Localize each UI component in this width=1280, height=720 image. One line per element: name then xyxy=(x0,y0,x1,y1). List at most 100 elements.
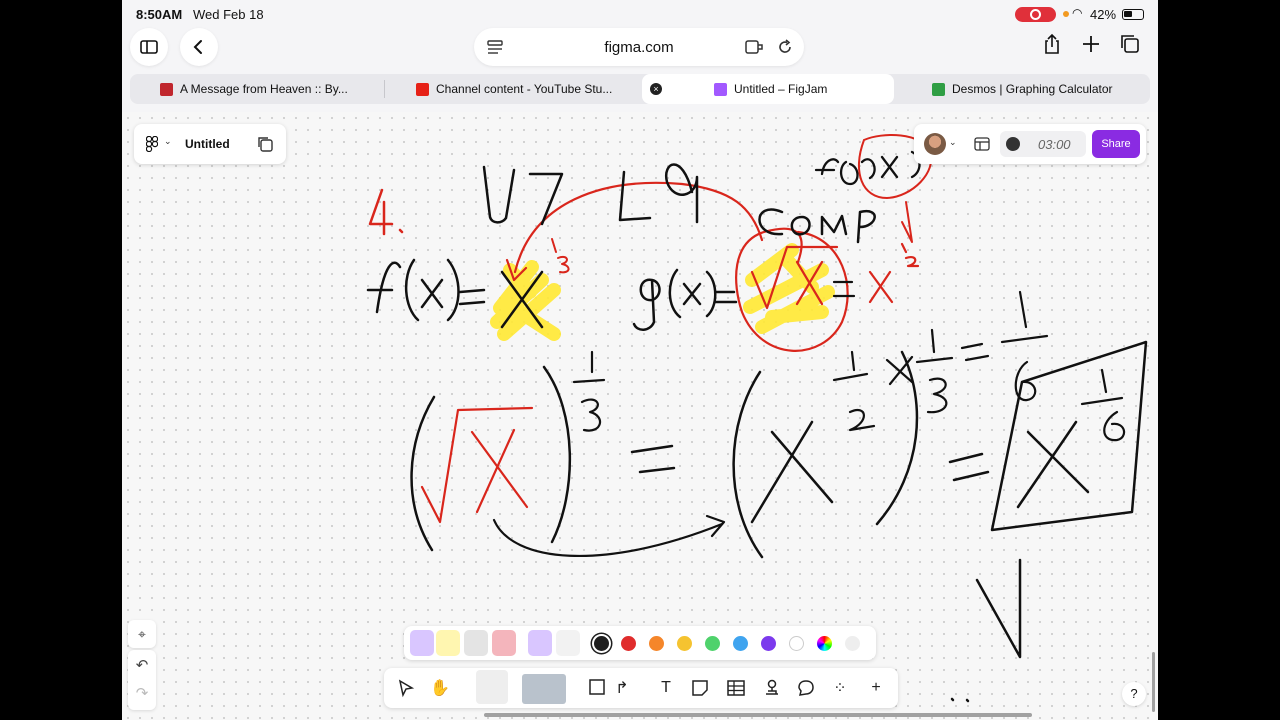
timer-widget[interactable]: 03:00 xyxy=(1000,131,1086,157)
bottom-toolbar: ✋ ↱ T ⁘ + xyxy=(384,668,898,708)
move-icon[interactable] xyxy=(394,676,418,700)
color-swatch-yellow[interactable] xyxy=(677,636,692,651)
black-equals-top xyxy=(960,342,990,362)
black-one-third-left xyxy=(572,350,606,432)
highlight-stroke xyxy=(743,243,835,334)
washi-tape-icon[interactable] xyxy=(492,630,516,656)
color-swatch-black[interactable] xyxy=(594,636,609,651)
timer-value: 03:00 xyxy=(1038,137,1071,152)
black-equals-right xyxy=(948,452,990,482)
sidebar-toggle-button[interactable] xyxy=(130,28,168,66)
figma-favicon-icon xyxy=(714,82,727,96)
highlighter-icon[interactable] xyxy=(436,630,460,656)
black-big-paren-left xyxy=(410,395,436,552)
tab-youtube-studio[interactable]: Channel content - YouTube Stu... xyxy=(416,74,646,104)
marker-icon[interactable] xyxy=(476,670,508,704)
black-half-exp xyxy=(832,350,876,432)
tab-label: Channel content - YouTube Stu... xyxy=(436,82,613,96)
extension-icon[interactable] xyxy=(744,38,764,56)
tab-label: Untitled – FigJam xyxy=(734,82,828,96)
black-third-exp xyxy=(915,328,954,414)
add-icon[interactable]: + xyxy=(864,676,888,700)
share-icon[interactable] xyxy=(1041,33,1063,55)
close-icon[interactable]: × xyxy=(650,83,662,95)
figjam-canvas[interactable]: ⌄ Untitled ⌄ 03:00 Share ⌖ ↶ ↷ ✋ ↱ T ⁘ +… xyxy=(122,112,1158,720)
youtube-favicon-icon xyxy=(416,82,429,96)
tab-label: Desmos | Graphing Calculator xyxy=(952,82,1113,96)
tab-figjam[interactable]: × Untitled – FigJam xyxy=(642,74,894,104)
custom-color-icon[interactable] xyxy=(817,636,832,651)
washi-icon[interactable] xyxy=(522,674,566,704)
color-swatch-green[interactable] xyxy=(705,636,720,651)
red-sqrt-bottom xyxy=(420,406,534,524)
connector-icon[interactable]: ↱ xyxy=(610,676,634,700)
address-bar[interactable]: figma.com xyxy=(474,28,804,66)
black-l9 xyxy=(618,163,699,224)
black-big-paren-right xyxy=(542,365,571,544)
shapes-icon[interactable] xyxy=(586,676,610,700)
new-tab-icon[interactable] xyxy=(1080,33,1102,55)
wifi-icon: ◠ xyxy=(1072,6,1083,20)
red-number-four xyxy=(368,188,404,236)
black-fgx xyxy=(814,150,921,186)
text-icon[interactable]: T xyxy=(654,676,678,700)
tab-desmos[interactable]: Desmos | Graphing Calculator xyxy=(932,74,1142,104)
file-title[interactable]: Untitled xyxy=(185,137,230,151)
collaboration-panel: ⌄ 03:00 Share xyxy=(914,124,1146,164)
stroke-style-freeform-icon[interactable] xyxy=(556,630,580,656)
stamp-icon[interactable] xyxy=(760,676,784,700)
chevron-down-icon[interactable]: ⌄ xyxy=(949,137,957,148)
color-swatch-orange[interactable] xyxy=(649,636,664,651)
tab-label: A Message from Heaven :: By... xyxy=(180,82,348,96)
tag-icon: ⌖ xyxy=(138,626,146,642)
tab-divider xyxy=(384,80,385,98)
color-swatch-white[interactable] xyxy=(789,636,804,651)
black-checkmark xyxy=(975,558,1022,659)
ipad-screen: 8:50AM Wed Feb 18 ◠ 42% figma.com A Mess… xyxy=(122,0,1158,720)
black-x-times xyxy=(885,355,914,386)
color-swatch-purple[interactable] xyxy=(761,636,776,651)
palette-icon[interactable] xyxy=(845,636,860,651)
screen-recording-icon[interactable] xyxy=(1015,7,1056,22)
reload-icon[interactable] xyxy=(776,38,794,56)
chevron-down-icon[interactable]: ⌄ xyxy=(164,136,172,147)
status-bar: 8:50AM Wed Feb 18 ◠ 42% xyxy=(122,0,1158,28)
black-equals-sqrt xyxy=(832,280,856,298)
avatar[interactable] xyxy=(924,133,946,155)
layout-icon[interactable] xyxy=(974,136,990,152)
chevron-left-icon xyxy=(193,40,202,54)
black-paren-x-right xyxy=(875,350,919,526)
table-icon[interactable] xyxy=(724,676,748,700)
pages-icon[interactable] xyxy=(256,135,274,153)
color-swatch-blue[interactable] xyxy=(733,636,748,651)
tag-tool-button[interactable]: ⌖ xyxy=(128,620,156,648)
comment-icon[interactable] xyxy=(794,676,818,700)
redo-icon[interactable]: ↷ xyxy=(128,684,156,702)
undo-icon[interactable]: ↶ xyxy=(128,656,156,674)
eraser-icon[interactable] xyxy=(464,630,488,656)
black-one-sixth-top xyxy=(1000,290,1049,402)
mic-indicator-icon xyxy=(1063,11,1069,17)
black-one-sixth-box xyxy=(1080,368,1126,442)
horizontal-scrollbar[interactable] xyxy=(484,713,1032,717)
marker-pen-icon[interactable] xyxy=(410,630,434,656)
status-time: 8:50AM xyxy=(136,7,183,22)
red-arrow-up xyxy=(901,201,913,243)
help-button[interactable]: ? xyxy=(1122,682,1146,706)
vertical-scrollbar[interactable] xyxy=(1152,652,1155,712)
undo-redo-group: ↶ ↷ xyxy=(128,650,156,710)
sidebar-icon xyxy=(140,40,158,54)
share-button[interactable]: Share xyxy=(1092,130,1140,158)
hand-icon[interactable]: ✋ xyxy=(428,676,452,700)
back-button[interactable] xyxy=(180,28,218,66)
tab-message-from-heaven[interactable]: A Message from Heaven :: By... xyxy=(160,74,380,104)
sticky-icon[interactable] xyxy=(688,676,712,700)
stroke-style-smooth-icon[interactable] xyxy=(528,630,552,656)
tab-overview-icon[interactable] xyxy=(1119,33,1141,55)
color-swatch-red[interactable] xyxy=(621,636,636,651)
more-icon[interactable]: ⁘ xyxy=(828,676,852,700)
figma-logo-icon[interactable] xyxy=(146,136,158,152)
status-date: Wed Feb 18 xyxy=(193,7,264,22)
marker-palette xyxy=(404,626,876,660)
black-equals-mid xyxy=(630,444,676,474)
